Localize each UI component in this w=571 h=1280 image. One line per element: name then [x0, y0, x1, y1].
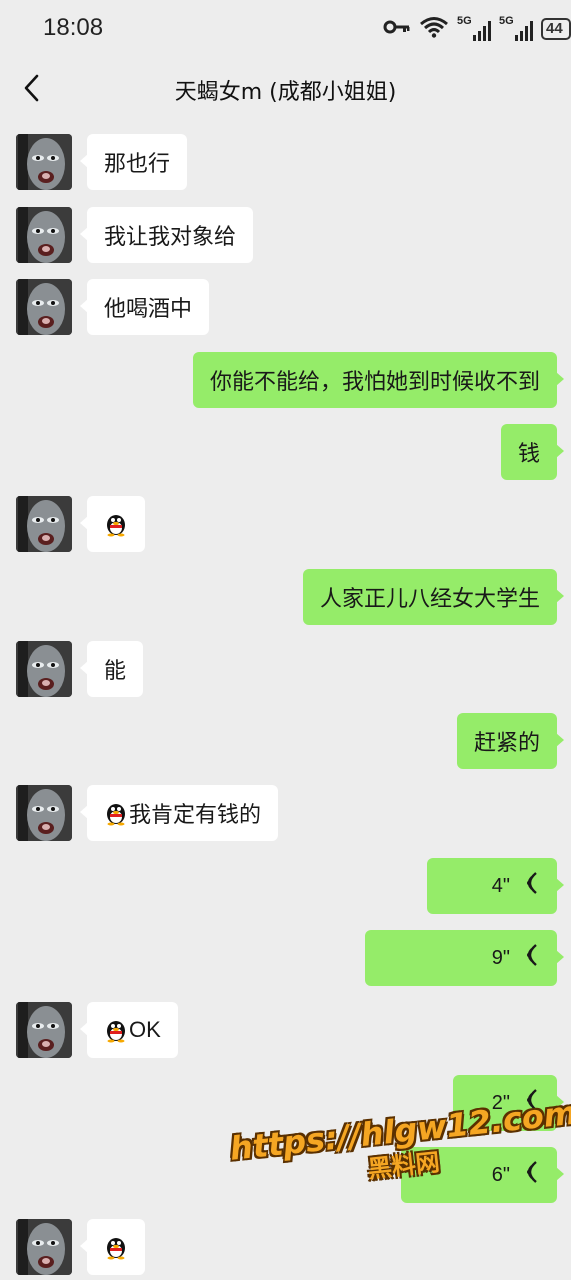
contact-avatar[interactable] — [16, 134, 72, 190]
voice-duration: 4" — [491, 874, 510, 897]
voice-wave-icon — [522, 871, 540, 901]
message-bubble[interactable]: 能 — [79, 641, 144, 697]
message-text: 那也行 — [104, 152, 171, 177]
message-text: 你能不能给，我怕她到时候收不到 — [209, 370, 540, 395]
contact-avatar[interactable] — [16, 207, 72, 263]
wifi-icon — [419, 16, 449, 42]
sticker-bubble[interactable] — [80, 1219, 145, 1275]
voice-wave-icon — [522, 943, 540, 973]
message-text: 我肯定有钱的 — [129, 803, 262, 828]
chat-title: 天蝎女m (成都小姐姐) — [174, 80, 397, 105]
contact-avatar[interactable] — [16, 785, 72, 841]
qq-penguin-icon — [103, 1017, 129, 1043]
message-bubble[interactable]: 人家正儿八经女大学生 — [302, 569, 565, 625]
contact-avatar[interactable] — [16, 641, 72, 697]
contact-avatar[interactable] — [16, 279, 72, 335]
key-icon — [383, 19, 411, 39]
chat-header: 天蝎女m (成都小姐姐) — [0, 60, 571, 116]
contact-avatar[interactable] — [16, 1219, 72, 1275]
voice-wave-icon — [522, 1088, 540, 1118]
signal-icon: 5G — [457, 15, 491, 41]
message-text: 他喝酒中 — [104, 297, 193, 322]
message-bubble[interactable]: 那也行 — [79, 134, 188, 190]
status-bar: 18:08 5G 5G 44 — [0, 0, 571, 56]
message-bubble[interactable]: 我让我对象给 — [79, 207, 254, 263]
message-bubble[interactable]: 你能不能给，我怕她到时候收不到 — [192, 352, 565, 408]
message-text: OK — [129, 1017, 161, 1042]
signal-label: 5G — [457, 15, 472, 27]
message-text: 能 — [104, 659, 127, 684]
message-bubble[interactable]: OK — [80, 1002, 178, 1058]
voice-duration: 9" — [491, 946, 510, 969]
voice-message[interactable]: 2" — [453, 1075, 564, 1131]
qq-penguin-icon — [103, 511, 129, 537]
voice-message[interactable]: 6" — [401, 1147, 564, 1203]
message-text: 钱 — [517, 442, 540, 467]
voice-duration: 6" — [491, 1163, 510, 1186]
message-bubble[interactable]: 他喝酒中 — [79, 279, 210, 335]
voice-message[interactable]: 4" — [427, 858, 564, 914]
voice-duration: 2" — [491, 1091, 510, 1114]
message-bubble[interactable]: 赶紧的 — [456, 713, 565, 769]
signal-label: 5G — [499, 15, 514, 27]
qq-penguin-icon — [103, 800, 129, 826]
signal-icon: 5G — [499, 15, 533, 41]
sticker-bubble[interactable] — [80, 496, 145, 552]
status-icons: 5G 5G 44 — [383, 14, 571, 44]
message-text: 我让我对象给 — [104, 225, 237, 250]
status-time: 18:08 — [43, 14, 104, 41]
contact-avatar[interactable] — [16, 496, 72, 552]
voice-wave-icon — [522, 1160, 540, 1190]
voice-message[interactable]: 9" — [365, 930, 564, 986]
message-text: 赶紧的 — [473, 731, 540, 756]
contact-avatar[interactable] — [16, 1002, 72, 1058]
qq-penguin-icon — [103, 1234, 129, 1260]
message-text: 人家正儿八经女大学生 — [319, 587, 540, 612]
message-bubble[interactable]: 钱 — [500, 424, 565, 480]
message-bubble[interactable]: 我肯定有钱的 — [79, 785, 279, 841]
battery-icon: 44 — [541, 18, 571, 40]
